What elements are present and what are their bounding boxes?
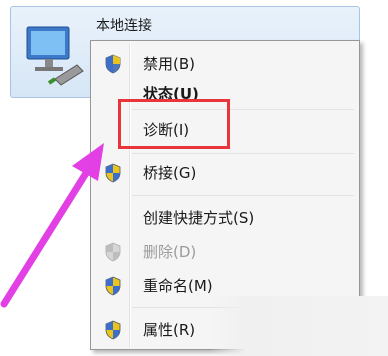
annotation-arrow-icon	[0, 143, 104, 308]
